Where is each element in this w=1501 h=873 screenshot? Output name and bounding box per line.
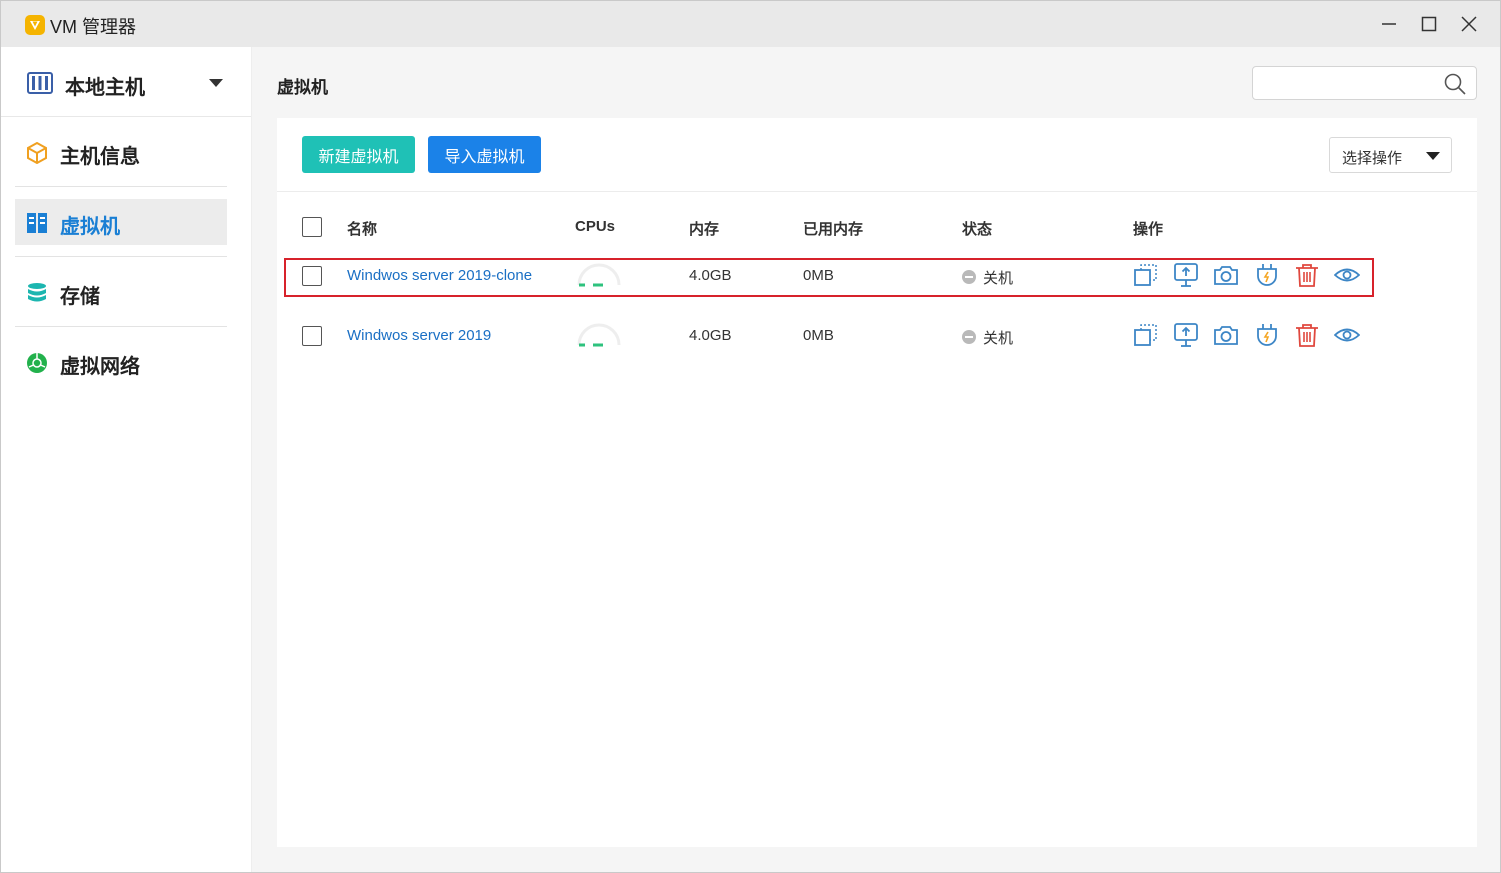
vm-panel: 新建虚拟机 导入虚拟机 选择操作 名称 CPUs 内存 已用内存 状态 操作 W… <box>277 118 1477 847</box>
sidebar: 本地主机 主机信息 虚拟机 存储 虚拟网络 <box>1 47 252 872</box>
divider <box>277 191 1477 192</box>
divider <box>15 326 227 327</box>
chevron-down-icon <box>1426 152 1440 160</box>
delete-icon[interactable] <box>1294 322 1320 348</box>
column-header-actions: 操作 <box>1133 221 1164 238</box>
vm-used-memory: 0MB <box>803 327 834 344</box>
sidebar-item-storage[interactable]: 存储 <box>15 269 227 315</box>
sidebar-item-host-info[interactable]: 主机信息 <box>15 129 227 175</box>
table-row: Windwos server 2019-clone 4.0GB 0MB 关机 <box>277 257 1477 297</box>
minimize-icon <box>1382 23 1396 25</box>
network-icon <box>26 352 48 374</box>
vm-name-link[interactable]: Windwos server 2019-clone <box>347 267 532 284</box>
column-header-cpus: CPUs <box>575 218 616 235</box>
search-box <box>1252 66 1477 100</box>
sidebar-item-label: 存储 <box>60 286 100 308</box>
app-logo-icon <box>25 15 45 35</box>
chevron-down-icon <box>209 79 223 87</box>
row-checkbox[interactable] <box>302 266 322 286</box>
operation-select-label: 选择操作 <box>1342 150 1403 167</box>
divider <box>15 256 227 257</box>
vm-icon <box>26 212 48 234</box>
sidebar-item-label: 虚拟网络 <box>60 356 140 378</box>
column-header-status: 状态 <box>962 221 993 238</box>
cpu-gauge-icon <box>577 263 621 287</box>
status-off-icon <box>962 270 976 284</box>
close-button[interactable] <box>1454 9 1484 39</box>
column-header-name: 名称 <box>347 221 378 238</box>
table-row: Windwos server 2019 4.0GB 0MB 关机 <box>277 317 1477 357</box>
vm-manager-window: VM 管理器 本地主机 主机信息 虚拟机 存储 虚拟网络 虚拟机 新建虚拟机 导… <box>0 0 1501 873</box>
divider <box>15 186 227 187</box>
vm-memory: 4.0GB <box>689 267 732 284</box>
view-icon[interactable] <box>1334 262 1360 288</box>
page-title: 虚拟机 <box>277 78 328 97</box>
view-icon[interactable] <box>1334 322 1360 348</box>
sidebar-item-network[interactable]: 虚拟网络 <box>15 339 227 385</box>
host-label: 本地主机 <box>65 77 145 99</box>
power-icon[interactable] <box>1254 262 1280 288</box>
vm-status: 关机 <box>983 330 1014 347</box>
operation-select[interactable]: 选择操作 <box>1329 137 1452 173</box>
server-rack-icon <box>27 72 53 99</box>
window-title: VM 管理器 <box>50 17 137 37</box>
maximize-button[interactable] <box>1414 9 1444 39</box>
main-content: 虚拟机 新建虚拟机 导入虚拟机 选择操作 名称 CPUs 内存 已用内存 状态 … <box>252 47 1500 872</box>
clone-icon[interactable] <box>1133 262 1159 288</box>
power-icon[interactable] <box>1254 322 1280 348</box>
snapshot-icon[interactable] <box>1213 262 1239 288</box>
vm-used-memory: 0MB <box>803 267 834 284</box>
host-selector[interactable]: 本地主机 <box>1 47 251 117</box>
search-icon[interactable] <box>1444 73 1466 100</box>
vm-name-link[interactable]: Windwos server 2019 <box>347 327 491 344</box>
select-all-checkbox[interactable] <box>302 217 322 237</box>
vm-status: 关机 <box>983 270 1014 287</box>
column-header-used-memory: 已用内存 <box>803 221 864 238</box>
clone-icon[interactable] <box>1133 322 1159 348</box>
row-checkbox[interactable] <box>302 326 322 346</box>
title-bar: VM 管理器 <box>1 1 1500 47</box>
new-vm-button[interactable]: 新建虚拟机 <box>302 136 415 173</box>
search-input[interactable] <box>1261 73 1431 95</box>
import-vm-button[interactable]: 导入虚拟机 <box>428 136 541 173</box>
snapshot-icon[interactable] <box>1213 322 1239 348</box>
maximize-icon <box>1421 16 1437 32</box>
minimize-button[interactable] <box>1374 9 1404 39</box>
export-icon[interactable] <box>1173 262 1199 288</box>
sidebar-item-vm[interactable]: 虚拟机 <box>15 199 227 245</box>
column-header-memory: 内存 <box>689 221 720 238</box>
export-icon[interactable] <box>1173 322 1199 348</box>
close-icon <box>1461 16 1477 32</box>
host-info-icon <box>26 141 48 165</box>
vm-memory: 4.0GB <box>689 327 732 344</box>
storage-icon <box>26 282 48 304</box>
sidebar-item-label: 主机信息 <box>60 146 140 168</box>
cpu-gauge-icon <box>577 323 621 347</box>
sidebar-item-label: 虚拟机 <box>60 216 120 238</box>
status-off-icon <box>962 330 976 344</box>
delete-icon[interactable] <box>1294 262 1320 288</box>
